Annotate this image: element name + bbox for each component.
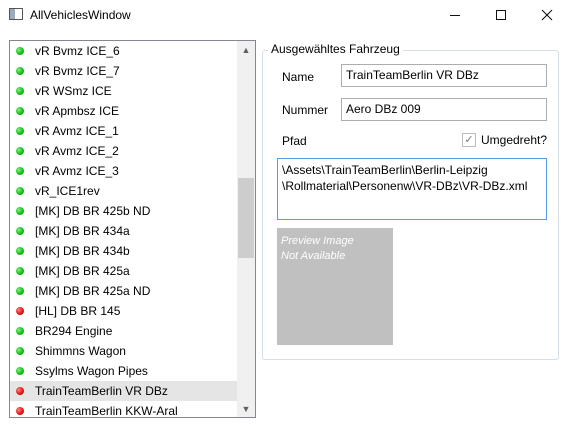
status-dot-icon: [16, 67, 24, 75]
status-dot-icon: [16, 347, 24, 355]
vehicle-list-item-label: vR_ICE1rev: [35, 184, 100, 198]
preview-text: Not Available: [281, 250, 346, 262]
reversed-checkbox[interactable]: ✓: [462, 133, 476, 147]
preview-image-placeholder: Preview Image Not Available: [277, 228, 393, 345]
path-line: \Rollmaterial\Personenw\VR-DBz\VR-DBz.xm…: [282, 179, 528, 193]
vehicle-list-item-label: [MK] DB BR 434a: [35, 224, 130, 238]
status-dot-icon: [16, 87, 24, 95]
status-dot-icon: [16, 227, 24, 235]
vehicle-list-items: vR Bvmz ICE_6 vR Bvmz ICE_7 vR WSmz ICE vR …: [10, 41, 237, 417]
vehicle-list-item-label: TrainTeamBerlin KKW-Aral: [35, 404, 178, 417]
vehicle-list-item-label: [MK] DB BR 425a: [35, 264, 130, 278]
window-title: AllVehiclesWindow: [30, 8, 131, 22]
vehicle-list-item-label: Ssylms Wagon Pipes: [35, 364, 148, 378]
scroll-down-icon[interactable]: ▼: [237, 400, 255, 417]
maximize-icon: [496, 10, 506, 20]
status-dot-icon: [16, 287, 24, 295]
vehicle-list-item-label: vR Avmz ICE_3: [35, 164, 119, 178]
vehicle-list-item-label: vR Apmbsz ICE: [35, 104, 120, 118]
path-line: \Assets\TrainTeamBerlin\Berlin-Leipzig: [282, 163, 488, 177]
vehicle-list-item[interactable]: vR Avmz ICE_2: [10, 141, 237, 161]
preview-text: Preview Image: [281, 235, 354, 247]
minimize-button[interactable]: [432, 0, 478, 30]
vehicle-list[interactable]: vR Bvmz ICE_6 vR Bvmz ICE_7 vR WSmz ICE vR …: [9, 40, 256, 418]
vehicle-list-item-label: TrainTeamBerlin VR DBz: [35, 384, 168, 398]
status-dot-icon: [16, 267, 24, 275]
vehicle-list-item[interactable]: BR294 Engine: [10, 321, 237, 341]
vehicle-list-item-label: Shimmns Wagon: [35, 344, 126, 358]
vehicle-list-item[interactable]: [MK] DB BR 434b: [10, 241, 237, 261]
close-icon: [541, 9, 553, 21]
vehicle-list-item-label: vR Bvmz ICE_6: [35, 44, 120, 58]
vehicle-list-item-label: vR Bvmz ICE_7: [35, 64, 120, 78]
vehicle-list-item[interactable]: vR Avmz ICE_3: [10, 161, 237, 181]
status-dot-icon: [16, 147, 24, 155]
status-dot-icon: [16, 407, 24, 415]
number-field[interactable]: Aero DBz 009: [341, 98, 547, 121]
scroll-thumb[interactable]: [238, 178, 254, 258]
close-button[interactable]: [524, 0, 570, 30]
vehicle-list-item[interactable]: Shimmns Wagon: [10, 341, 237, 361]
vehicle-list-item[interactable]: TrainTeamBerlin KKW-Aral: [10, 401, 237, 417]
vehicle-list-item[interactable]: vR Bvmz ICE_7: [10, 61, 237, 81]
vehicle-list-item[interactable]: vR Apmbsz ICE: [10, 101, 237, 121]
vehicle-list-item-label: [MK] DB BR 425a ND: [35, 284, 151, 298]
number-label: Nummer: [282, 103, 329, 117]
vehicle-list-item-label: [HL] DB BR 145: [35, 304, 121, 318]
vehicle-list-item-label: vR Avmz ICE_1: [35, 124, 119, 138]
vehicle-list-item[interactable]: [MK] DB BR 434a: [10, 221, 237, 241]
path-textbox[interactable]: \Assets\TrainTeamBerlin\Berlin-Leipzig \…: [277, 158, 547, 220]
status-dot-icon: [16, 367, 24, 375]
status-dot-icon: [16, 47, 24, 55]
vehicle-list-item[interactable]: vR Bvmz ICE_6: [10, 41, 237, 61]
scroll-up-icon[interactable]: ▲: [237, 41, 255, 58]
status-dot-icon: [16, 107, 24, 115]
app-window-icon: [9, 8, 23, 20]
vehicle-list-item[interactable]: [MK] DB BR 425a ND: [10, 281, 237, 301]
reversed-label[interactable]: Umgedreht?: [481, 133, 547, 147]
vehicle-list-item[interactable]: Ssylms Wagon Pipes: [10, 361, 237, 381]
vehicle-list-item[interactable]: [MK] DB BR 425a: [10, 261, 237, 281]
status-dot-icon: [16, 247, 24, 255]
status-dot-icon: [16, 307, 24, 315]
vehicle-list-item[interactable]: vR_ICE1rev: [10, 181, 237, 201]
group-title: Ausgewähltes Fahrzeug: [268, 42, 403, 56]
status-dot-icon: [16, 127, 24, 135]
name-label: Name: [282, 70, 315, 84]
vehicle-list-item[interactable]: TrainTeamBerlin VR DBz: [10, 381, 237, 401]
vehicle-list-item[interactable]: vR WSmz ICE: [10, 81, 237, 101]
path-label: Pfad: [282, 134, 307, 148]
status-dot-icon: [16, 387, 24, 395]
status-dot-icon: [16, 187, 24, 195]
vehicle-list-item-label: vR Avmz ICE_2: [35, 144, 119, 158]
status-dot-icon: [16, 327, 24, 335]
name-field[interactable]: TrainTeamBerlin VR DBz: [341, 64, 547, 87]
vehicle-list-item[interactable]: vR Avmz ICE_1: [10, 121, 237, 141]
vehicle-list-item[interactable]: [HL] DB BR 145: [10, 301, 237, 321]
status-dot-icon: [16, 167, 24, 175]
vehicle-list-item-label: vR WSmz ICE: [35, 84, 112, 98]
vehicle-list-scrollbar[interactable]: ▲ ▼: [237, 41, 255, 417]
maximize-button[interactable]: [478, 0, 524, 30]
vehicle-list-item-label: BR294 Engine: [35, 324, 113, 338]
status-dot-icon: [16, 207, 24, 215]
vehicle-list-item-label: [MK] DB BR 425b ND: [35, 204, 151, 218]
vehicle-list-item-label: [MK] DB BR 434b: [35, 244, 130, 258]
minimize-icon: [450, 14, 460, 16]
vehicle-list-item[interactable]: [MK] DB BR 425b ND: [10, 201, 237, 221]
title-bar: AllVehiclesWindow: [0, 0, 570, 30]
